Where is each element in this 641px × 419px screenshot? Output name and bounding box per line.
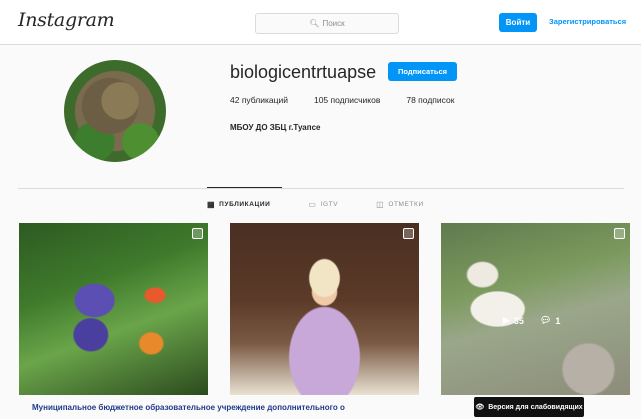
grid-icon: ▦: [207, 200, 216, 209]
followers-count[interactable]: 105 подписчиков: [314, 95, 380, 105]
tabs-divider: [18, 188, 624, 189]
comments-stat: 💬︎ 1: [540, 315, 560, 326]
video-icon: [614, 228, 625, 239]
carousel-icon: [403, 228, 414, 239]
low-vision-version-button[interactable]: 👁︎ Версия для слабовидящих: [474, 397, 584, 417]
search-input[interactable]: 🔍︎ Поиск: [255, 13, 399, 34]
tab-igtv-label: IGTV: [320, 201, 339, 208]
search-icon: 🔍︎: [309, 19, 320, 28]
post-thumbnail-1[interactable]: [19, 223, 208, 395]
tab-tagged[interactable]: ◫ Отметки: [376, 200, 424, 209]
signup-link[interactable]: Зарегистрироваться: [549, 17, 626, 26]
login-button[interactable]: Войти: [499, 13, 537, 32]
profile-username: biologicentrtuapse: [230, 62, 377, 82]
search-placeholder: Поиск: [322, 19, 345, 28]
views-stat: ▶ 35: [503, 315, 524, 326]
profile-stats: 42 публикаций 105 подписчиков 78 подписо…: [230, 95, 480, 105]
active-tab-indicator: [207, 187, 282, 188]
instagram-logo[interactable]: Instagram: [18, 9, 115, 31]
tab-igtv[interactable]: ▭ IGTV: [308, 200, 338, 209]
tab-posts[interactable]: ▦ Публикации: [207, 200, 270, 209]
profile-avatar[interactable]: [64, 60, 166, 162]
post-hover-stats: ▶ 35 💬︎ 1: [503, 315, 560, 326]
following-count[interactable]: 78 подписок: [406, 95, 454, 105]
site-caption: Муниципальное бюджетное образовательное …: [32, 403, 345, 412]
carousel-icon: [192, 228, 203, 239]
profile-bio: МБОУ ДО ЗБЦ г.Туапсе: [230, 123, 321, 132]
comment-icon: 💬︎: [539, 315, 552, 325]
post-thumbnail-3[interactable]: ▶ 35 💬︎ 1: [441, 223, 630, 395]
profile-tabs: ▦ Публикации ▭ IGTV ◫ Отметки: [207, 200, 462, 209]
top-navigation-bar: Instagram 🔍︎ Поиск Войти Зарегистрироват…: [0, 0, 641, 45]
tab-tagged-label: Отметки: [388, 201, 424, 208]
play-icon: ▶: [503, 315, 510, 325]
posts-count: 42 публикаций: [230, 95, 288, 105]
comments-count: 1: [555, 315, 561, 326]
tag-icon: ◫: [376, 200, 385, 209]
low-vision-label: Версия для слабовидящих: [488, 403, 583, 411]
tab-posts-label: Публикации: [219, 201, 271, 208]
views-count: 35: [513, 315, 524, 326]
tv-icon: ▭: [308, 200, 317, 209]
follow-button[interactable]: Подписаться: [388, 62, 457, 81]
post-thumbnail-2[interactable]: [230, 223, 419, 395]
eye-icon: 👁︎: [475, 404, 485, 411]
